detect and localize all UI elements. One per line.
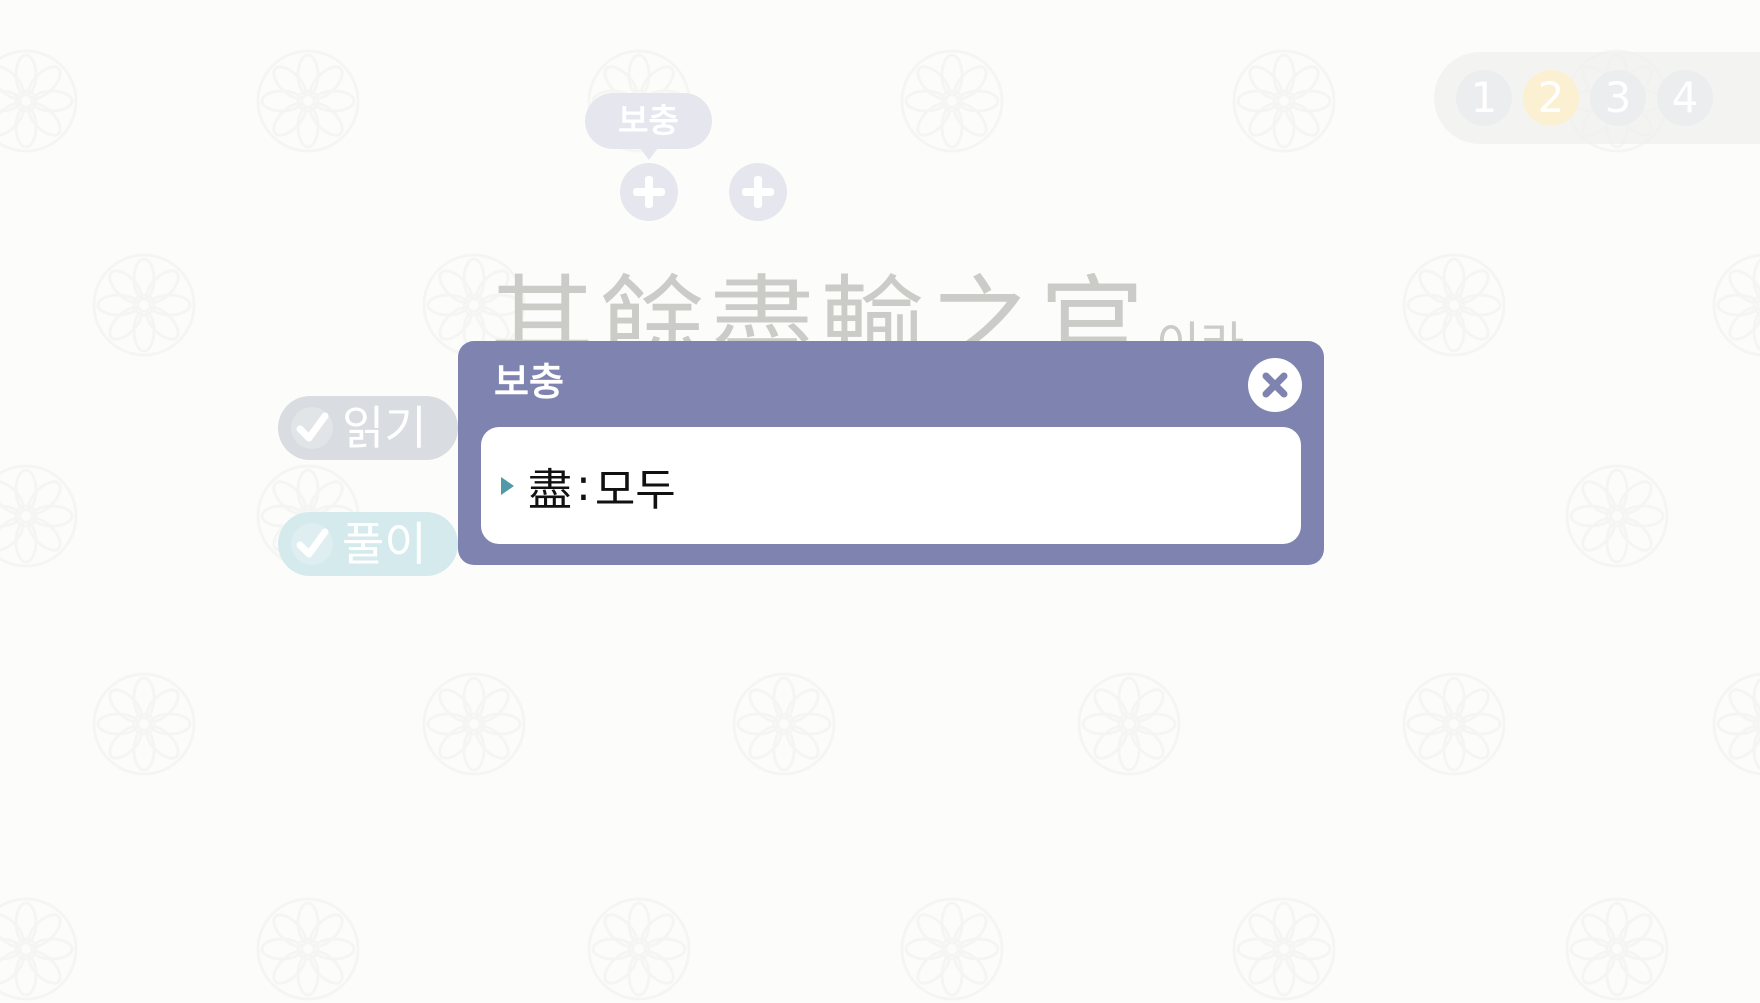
- triangle-bullet-icon: [501, 476, 514, 495]
- entry-meaning: 모두: [594, 464, 676, 516]
- ornament-decoration: [1565, 897, 1669, 1001]
- explain-toggle[interactable]: 풀이: [278, 512, 458, 576]
- ornament-decoration: [1565, 464, 1669, 568]
- ornament-decoration: [0, 897, 78, 1001]
- ornament-decoration: [1232, 49, 1336, 153]
- ornament-decoration: [256, 897, 360, 1001]
- read-toggle[interactable]: 읽기: [278, 396, 458, 460]
- ornament-decoration: [732, 672, 836, 776]
- ornament-decoration: [0, 49, 78, 153]
- ornament-decoration: [1712, 253, 1760, 357]
- ornament-decoration: [422, 672, 526, 776]
- explain-toggle-label: 풀이: [342, 517, 427, 571]
- supplement-entry: 盡 : 모두: [501, 427, 676, 544]
- ornament-decoration: [92, 672, 196, 776]
- page-3-button[interactable]: 3: [1590, 70, 1646, 126]
- ornament-decoration: [256, 49, 360, 153]
- tooltip-arrow: [640, 148, 658, 160]
- popup-body: 盡 : 모두: [481, 427, 1301, 544]
- ornament-decoration: [587, 897, 691, 1001]
- ornament-decoration: [900, 49, 1004, 153]
- ornament-decoration: [0, 464, 78, 568]
- page-4-button[interactable]: 4: [1657, 70, 1713, 126]
- ornament-decoration: [1402, 253, 1506, 357]
- ornament-decoration: [1232, 897, 1336, 1001]
- supplement-tooltip: 보충: [585, 93, 712, 149]
- check-icon: [291, 407, 333, 449]
- ornament-decoration: [1402, 672, 1506, 776]
- read-toggle-label: 읽기: [342, 401, 427, 455]
- ornament-decoration: [900, 897, 1004, 1001]
- entry-separator: :: [576, 460, 591, 511]
- add-supplement-button-1[interactable]: [620, 163, 678, 221]
- plus-icon: [633, 176, 665, 208]
- ornament-decoration: [1712, 672, 1760, 776]
- close-button[interactable]: [1248, 358, 1302, 412]
- close-icon: [1262, 372, 1288, 398]
- supplement-popup: 보충 盡 : 모두: [458, 341, 1324, 565]
- page-2-button[interactable]: 2: [1523, 70, 1579, 126]
- page-navigation: 1 2 3 4: [1434, 52, 1760, 144]
- plus-icon: [742, 176, 774, 208]
- popup-title: 보충: [494, 360, 564, 404]
- page-1-button[interactable]: 1: [1456, 70, 1512, 126]
- check-icon: [291, 523, 333, 565]
- ornament-decoration: [1077, 672, 1181, 776]
- add-supplement-button-2[interactable]: [729, 163, 787, 221]
- ornament-decoration: [92, 253, 196, 357]
- entry-character: 盡: [528, 464, 572, 516]
